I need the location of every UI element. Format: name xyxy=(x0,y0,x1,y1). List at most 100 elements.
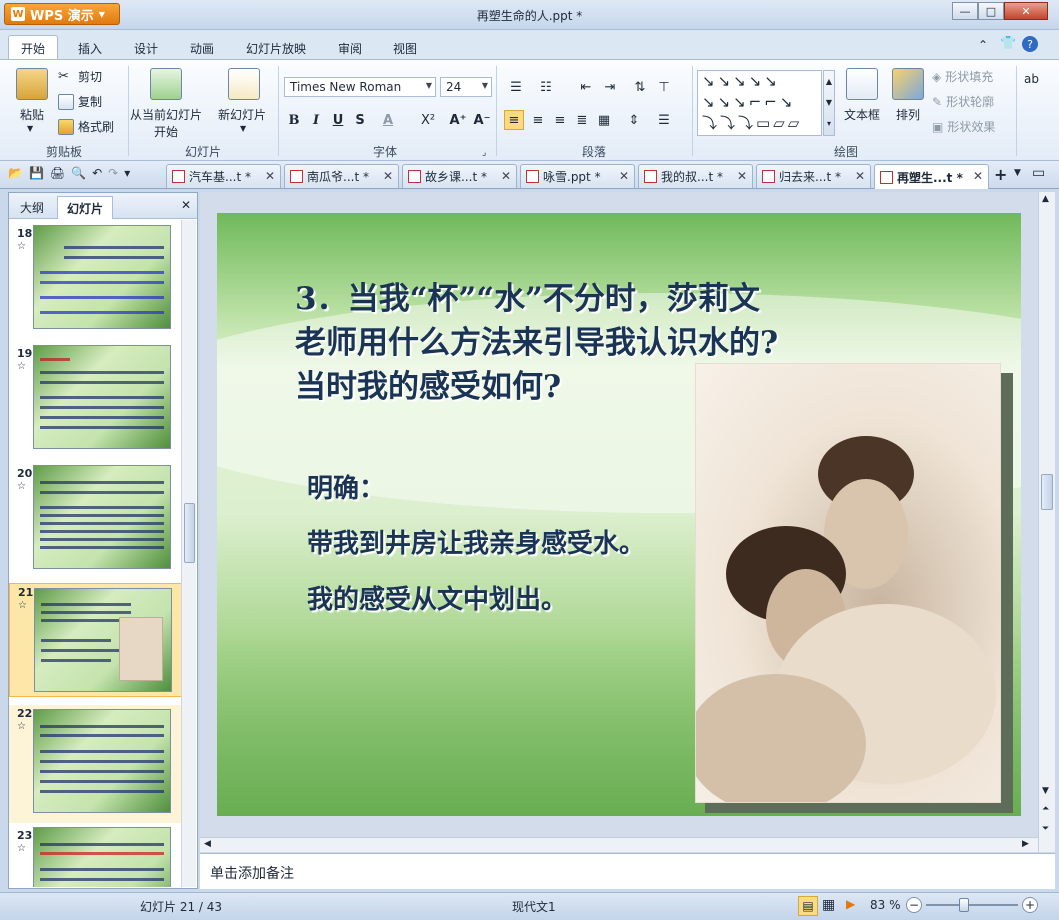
maximize-button[interactable]: □ xyxy=(978,2,1004,20)
increase-indent-icon[interactable]: ⇥ xyxy=(600,77,620,97)
bold-button[interactable]: B xyxy=(284,110,304,130)
canvas-horizontal-scrollbar[interactable]: ◀ ▶ xyxy=(200,837,1038,852)
slide-thumbnail[interactable] xyxy=(33,827,171,887)
align-right-icon[interactable]: ≡ xyxy=(550,110,570,130)
redo-icon[interactable]: ↷ xyxy=(108,166,118,180)
dialog-launcher-icon[interactable]: ⌟ xyxy=(482,148,486,158)
previous-slide-icon[interactable]: ⏶ xyxy=(1042,804,1049,814)
tab-home[interactable]: 开始 xyxy=(8,35,59,60)
tab-view[interactable]: 视图 xyxy=(381,36,429,60)
zoom-slider-knob[interactable] xyxy=(959,898,970,912)
answer-line-1[interactable]: 带我到井房让我亲身感受水。 xyxy=(307,523,645,560)
superscript-button[interactable]: X² xyxy=(418,110,438,130)
bullets-icon[interactable]: ☰ xyxy=(506,77,526,97)
close-tab-icon[interactable]: ✕ xyxy=(737,169,747,183)
theme-icon[interactable]: 👕 xyxy=(1000,36,1016,51)
chevron-down-icon[interactable]: ▼ xyxy=(27,124,33,133)
grow-font-button[interactable]: A⁺ xyxy=(448,110,468,130)
new-slide-button[interactable]: 新幻灯片 xyxy=(218,106,266,123)
shape-outline-button[interactable]: ✎ 形状轮廓 xyxy=(932,93,994,110)
numbering-icon[interactable]: ☷ xyxy=(536,77,556,97)
align-left-icon[interactable]: ≡ xyxy=(504,110,524,130)
play-from-current-icon[interactable] xyxy=(150,68,182,100)
canvas-vertical-scrollbar[interactable]: ▲ ▼ ⏶ ⏷ xyxy=(1038,192,1055,852)
document-tab-active[interactable]: 再塑生...t * ✕ xyxy=(874,164,989,189)
print-icon[interactable]: 🖨 xyxy=(50,166,65,180)
font-color-button[interactable]: A xyxy=(378,110,398,130)
undo-icon[interactable]: ↶ xyxy=(92,166,102,180)
slide-thumbnail-row[interactable]: 19 ☆ xyxy=(9,345,184,457)
shape-fill-button[interactable]: ◈ 形状填充 xyxy=(932,68,993,85)
slide-sorter-icon[interactable]: ▦ xyxy=(822,897,835,913)
slide-thumbnail-row-selected[interactable]: 21 ☆ xyxy=(9,583,184,697)
distribute-icon[interactable]: ▦ xyxy=(594,110,614,130)
close-panel-icon[interactable]: ✕ xyxy=(181,198,191,212)
scroll-right-icon[interactable]: ▶ xyxy=(1022,839,1029,849)
slideshow-icon[interactable]: ▶ xyxy=(846,897,855,911)
customize-toolbar-icon[interactable]: ▾ xyxy=(124,166,130,180)
document-tab[interactable]: 南瓜爷...t * ✕ xyxy=(284,164,399,188)
align-text-icon[interactable]: ⊤ xyxy=(654,77,674,97)
print-preview-icon[interactable]: 🔍 xyxy=(71,166,86,180)
window-list-icon[interactable]: ▭ xyxy=(1032,165,1045,181)
paste-button[interactable]: 粘贴 xyxy=(20,106,44,123)
next-slide-icon[interactable]: ⏷ xyxy=(1042,824,1049,834)
slide-thumbnail[interactable] xyxy=(33,225,171,329)
normal-view-icon[interactable]: ▤ xyxy=(798,896,818,916)
slide-thumbnail-row[interactable]: 22 ☆ xyxy=(9,705,184,823)
chevron-down-icon[interactable]: ▼ xyxy=(240,124,246,133)
scroll-left-icon[interactable]: ◀ xyxy=(204,839,211,849)
shapes-gallery[interactable]: ↘↘↘↘↘ ↘↘↘⌐⌐↘ ⤵⤵⤵▭▱▱ xyxy=(697,70,822,136)
decrease-indent-icon[interactable]: ⇤ xyxy=(576,77,596,97)
textbox-icon[interactable] xyxy=(846,68,878,100)
help-icon[interactable]: ? xyxy=(1022,36,1038,52)
slide-thumbnail-row[interactable]: 20 ☆ xyxy=(9,465,184,577)
close-tab-icon[interactable]: ✕ xyxy=(973,169,983,183)
document-tab[interactable]: 故乡课...t * ✕ xyxy=(402,164,517,188)
document-tab[interactable]: 归去来...t * ✕ xyxy=(756,164,871,188)
shapes-gallery-scroll[interactable]: ▲ ▼ ▾ xyxy=(823,70,835,136)
tab-outline[interactable]: 大纲 xyxy=(11,196,53,219)
slide-thumbnail-row[interactable]: 18 ☆ xyxy=(9,225,184,337)
zoom-out-icon[interactable]: − xyxy=(906,897,922,913)
from-current-button[interactable]: 从当前幻灯片 xyxy=(130,106,202,123)
paste-icon[interactable] xyxy=(16,68,48,100)
close-button[interactable]: ✕ xyxy=(1004,2,1048,20)
underline-button[interactable]: U xyxy=(328,110,348,130)
format-painter-button[interactable]: 格式刷 xyxy=(58,118,114,135)
portrait-photo[interactable] xyxy=(686,363,1001,814)
scroll-up-icon[interactable]: ▲ xyxy=(1042,194,1049,204)
slide-thumbnail-row[interactable]: 23 ☆ xyxy=(9,827,184,887)
new-slide-icon[interactable] xyxy=(228,68,260,100)
close-tab-icon[interactable]: ✕ xyxy=(501,169,511,183)
copy-button[interactable]: 复制 xyxy=(58,93,102,110)
close-tab-icon[interactable]: ✕ xyxy=(383,169,393,183)
font-family-select[interactable]: Times New Roman ▼ xyxy=(284,77,436,97)
close-tab-icon[interactable]: ✕ xyxy=(265,169,275,183)
answer-label[interactable]: 明确： xyxy=(307,468,385,505)
document-tab[interactable]: 汽车基...t * ✕ xyxy=(166,164,281,188)
shrink-font-button[interactable]: A⁻ xyxy=(472,110,492,130)
open-icon[interactable]: 📂 xyxy=(8,166,23,180)
align-center-icon[interactable]: ≡ xyxy=(528,110,548,130)
italic-button[interactable]: I xyxy=(306,110,326,130)
document-tab[interactable]: 咏雪.ppt * ✕ xyxy=(520,164,635,188)
tab-animation[interactable]: 动画 xyxy=(178,36,226,60)
ribbon-collapse-icon[interactable]: ⌃ xyxy=(978,38,988,52)
scrollbar-thumb[interactable] xyxy=(184,503,195,563)
line-spacing-icon[interactable]: ⇕ xyxy=(624,110,644,130)
arrange-icon[interactable] xyxy=(892,68,924,100)
justify-icon[interactable]: ≣ xyxy=(572,110,592,130)
slide-thumbnail[interactable] xyxy=(33,345,171,449)
notes-pane[interactable]: 单击添加备注 xyxy=(200,853,1055,889)
document-tab[interactable]: 我的叔...t * ✕ xyxy=(638,164,753,188)
scrollbar-thumb[interactable] xyxy=(1041,474,1053,510)
answer-line-2[interactable]: 我的感受从文中划出。 xyxy=(307,579,567,616)
close-tab-icon[interactable]: ✕ xyxy=(619,169,629,183)
tab-insert[interactable]: 插入 xyxy=(66,36,114,60)
slide-thumbnail[interactable] xyxy=(34,588,172,692)
text-direction-icon[interactable]: ⇅ xyxy=(630,77,650,97)
tab-slideshow[interactable]: 幻灯片放映 xyxy=(234,36,318,60)
new-tab-icon[interactable]: + xyxy=(994,165,1007,184)
slide-thumbnail[interactable] xyxy=(33,465,171,569)
